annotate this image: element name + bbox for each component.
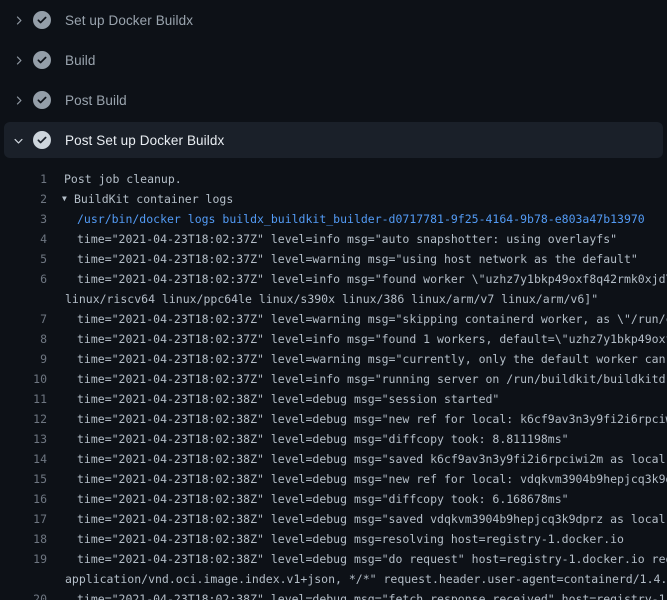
log-line: 16 time="2021-04-23T18:02:38Z" level=deb… bbox=[0, 489, 667, 509]
log-line-text: time="2021-04-23T18:02:38Z" level=debug … bbox=[77, 549, 667, 569]
log-line-text: time="2021-04-23T18:02:37Z" level=info m… bbox=[77, 329, 667, 349]
log-line-number[interactable]: 3 bbox=[0, 209, 47, 229]
log-line-number[interactable]: 2 bbox=[0, 189, 47, 209]
log-line-number[interactable]: 14 bbox=[0, 449, 47, 469]
log-line-text: time="2021-04-23T18:02:38Z" level=debug … bbox=[77, 449, 667, 469]
step-header-build[interactable]: Build bbox=[0, 40, 667, 80]
log-line: 8 time="2021-04-23T18:02:37Z" level=info… bbox=[0, 329, 667, 349]
log-line-number[interactable]: 11 bbox=[0, 389, 47, 409]
chevron-down-icon bbox=[12, 134, 25, 147]
log-line-text: BuildKit container logs bbox=[74, 189, 233, 209]
log-line-number[interactable]: 12 bbox=[0, 409, 47, 429]
step-header-post-build[interactable]: Post Build bbox=[0, 80, 667, 120]
log-line: 19 time="2021-04-23T18:02:38Z" level=deb… bbox=[0, 549, 667, 569]
log-line-number[interactable]: 7 bbox=[0, 309, 47, 329]
log-line: 2 ▼ BuildKit container logs bbox=[0, 189, 667, 209]
log-line-text: time="2021-04-23T18:02:38Z" level=debug … bbox=[77, 589, 667, 600]
log-line-text: time="2021-04-23T18:02:37Z" level=info m… bbox=[77, 229, 617, 249]
log-line: 10 time="2021-04-23T18:02:37Z" level=inf… bbox=[0, 369, 667, 389]
log-line: 11 time="2021-04-23T18:02:38Z" level=deb… bbox=[0, 389, 667, 409]
log-line: application/vnd.oci.image.index.v1+json,… bbox=[0, 569, 667, 589]
log-line-number[interactable]: 10 bbox=[0, 369, 47, 389]
log-line-text: time="2021-04-23T18:02:38Z" level=debug … bbox=[77, 489, 569, 509]
log-line: 15 time="2021-04-23T18:02:38Z" level=deb… bbox=[0, 469, 667, 489]
log-group-toggle-icon[interactable]: ▼ bbox=[62, 189, 74, 209]
log-output: 1 Post job cleanup. 2 ▼ BuildKit contain… bbox=[0, 160, 667, 600]
log-line-number[interactable]: 8 bbox=[0, 329, 47, 349]
steps-list: Set up Docker Buildx Build Post Build Po… bbox=[0, 0, 667, 158]
check-circle-icon bbox=[33, 11, 51, 29]
log-line-text: linux/riscv64 linux/ppc64le linux/s390x … bbox=[65, 289, 598, 309]
check-circle-icon bbox=[33, 131, 51, 149]
log-line-number[interactable] bbox=[0, 289, 47, 309]
log-line: 5 time="2021-04-23T18:02:37Z" level=warn… bbox=[0, 249, 667, 269]
log-line-number[interactable]: 20 bbox=[0, 589, 47, 600]
log-line-number[interactable]: 4 bbox=[0, 229, 47, 249]
log-line-text: time="2021-04-23T18:02:37Z" level=warnin… bbox=[77, 349, 667, 369]
log-line-number[interactable]: 5 bbox=[0, 249, 47, 269]
log-line: 1 Post job cleanup. bbox=[0, 169, 667, 189]
step-label: Post Build bbox=[65, 93, 127, 108]
log-line-text: time="2021-04-23T18:02:38Z" level=debug … bbox=[77, 509, 667, 529]
check-circle-icon bbox=[33, 91, 51, 109]
log-line-text: application/vnd.oci.image.index.v1+json,… bbox=[65, 569, 667, 589]
step-label: Build bbox=[65, 53, 96, 68]
log-line-text: time="2021-04-23T18:02:37Z" level=warnin… bbox=[77, 249, 638, 269]
log-line: 17 time="2021-04-23T18:02:38Z" level=deb… bbox=[0, 509, 667, 529]
log-line-text: time="2021-04-23T18:02:38Z" level=debug … bbox=[77, 389, 499, 409]
log-line: 9 time="2021-04-23T18:02:37Z" level=warn… bbox=[0, 349, 667, 369]
log-line-text: time="2021-04-23T18:02:37Z" level=info m… bbox=[77, 369, 667, 389]
log-line-number[interactable]: 16 bbox=[0, 489, 47, 509]
log-line-number[interactable]: 6 bbox=[0, 269, 47, 289]
log-line: linux/riscv64 linux/ppc64le linux/s390x … bbox=[0, 289, 667, 309]
step-header-set-up-docker-buildx[interactable]: Set up Docker Buildx bbox=[0, 0, 667, 40]
log-line-text: time="2021-04-23T18:02:37Z" level=warnin… bbox=[77, 309, 667, 329]
log-line-text: time="2021-04-23T18:02:37Z" level=info m… bbox=[77, 269, 667, 289]
log-line-number[interactable]: 13 bbox=[0, 429, 47, 449]
log-line-number[interactable]: 19 bbox=[0, 549, 47, 569]
log-line: 14 time="2021-04-23T18:02:38Z" level=deb… bbox=[0, 449, 667, 469]
chevron-right-icon bbox=[12, 94, 25, 107]
log-line-number[interactable]: 15 bbox=[0, 469, 47, 489]
log-line-text: time="2021-04-23T18:02:38Z" level=debug … bbox=[77, 409, 667, 429]
step-label: Post Set up Docker Buildx bbox=[65, 133, 224, 148]
log-line: 4 time="2021-04-23T18:02:37Z" level=info… bbox=[0, 229, 667, 249]
chevron-right-icon bbox=[12, 14, 25, 27]
log-line-text: /usr/bin/docker logs buildx_buildkit_bui… bbox=[77, 209, 645, 229]
log-line-number[interactable]: 9 bbox=[0, 349, 47, 369]
log-line: 6 time="2021-04-23T18:02:37Z" level=info… bbox=[0, 269, 667, 289]
log-line-number[interactable]: 18 bbox=[0, 529, 47, 549]
step-header-post-set-up-docker-buildx[interactable]: Post Set up Docker Buildx bbox=[4, 122, 663, 158]
chevron-right-icon bbox=[12, 54, 25, 67]
log-line-text: time="2021-04-23T18:02:38Z" level=debug … bbox=[77, 529, 624, 549]
log-line: 20 time="2021-04-23T18:02:38Z" level=deb… bbox=[0, 589, 667, 600]
log-line-text: Post job cleanup. bbox=[64, 169, 182, 189]
log-line: 18 time="2021-04-23T18:02:38Z" level=deb… bbox=[0, 529, 667, 549]
log-line-number[interactable]: 17 bbox=[0, 509, 47, 529]
step-label: Set up Docker Buildx bbox=[65, 13, 193, 28]
check-circle-icon bbox=[33, 51, 51, 69]
log-line-number[interactable] bbox=[0, 569, 47, 589]
log-line: 12 time="2021-04-23T18:02:38Z" level=deb… bbox=[0, 409, 667, 429]
log-line: 7 time="2021-04-23T18:02:37Z" level=warn… bbox=[0, 309, 667, 329]
log-line-text: time="2021-04-23T18:02:38Z" level=debug … bbox=[77, 469, 667, 489]
log-line-number[interactable]: 1 bbox=[0, 169, 47, 189]
actions-log-panel: Set up Docker Buildx Build Post Build Po… bbox=[0, 0, 667, 600]
log-line: 13 time="2021-04-23T18:02:38Z" level=deb… bbox=[0, 429, 667, 449]
log-line: 3 /usr/bin/docker logs buildx_buildkit_b… bbox=[0, 209, 667, 229]
log-line-text: time="2021-04-23T18:02:38Z" level=debug … bbox=[77, 429, 569, 449]
